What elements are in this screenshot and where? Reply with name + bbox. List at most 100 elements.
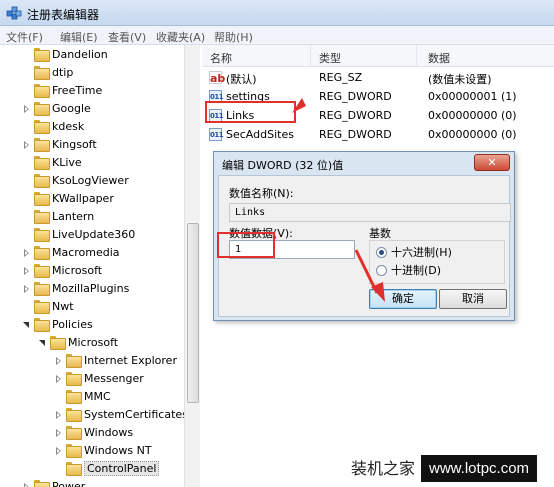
tree-scrollbar-thumb[interactable]	[187, 223, 199, 403]
menu-favorites[interactable]: 收藏夹(A)	[156, 29, 205, 45]
tree-item[interactable]: kdesk	[22, 117, 84, 135]
collapsed-arrow-icon[interactable]	[54, 446, 63, 455]
tree-item[interactable]: KWallpaper	[22, 189, 114, 207]
folder-icon	[34, 192, 50, 206]
tree-item[interactable]: Microsoft	[38, 333, 118, 351]
expanded-arrow-icon[interactable]	[22, 320, 31, 329]
collapsed-arrow-icon[interactable]	[22, 284, 31, 293]
tree-item[interactable]: Policies	[22, 315, 93, 333]
string-value-icon: ab	[209, 71, 226, 85]
collapsed-arrow-icon[interactable]	[22, 140, 31, 149]
tree-item[interactable]: Nwt	[22, 297, 74, 315]
dialog-close-button[interactable]: ✕	[474, 154, 510, 171]
value-type: REG_DWORD	[319, 109, 392, 122]
tree-item-label: Power	[52, 479, 86, 487]
collapsed-arrow-icon[interactable]	[22, 266, 31, 275]
tree-item-label: Macromedia	[52, 245, 120, 259]
folder-icon	[34, 318, 50, 332]
collapsed-arrow-icon[interactable]	[22, 248, 31, 257]
folder-icon	[34, 210, 50, 224]
tree-item[interactable]: Kingsoft	[22, 135, 97, 153]
menu-help[interactable]: 帮助(H)	[214, 29, 253, 45]
value-data: (数值未设置)	[428, 73, 492, 86]
folder-icon	[34, 138, 50, 152]
tree-item[interactable]: MMC	[54, 387, 111, 405]
tree-item-label: dtip	[52, 65, 74, 79]
folder-icon	[66, 426, 82, 440]
menu-file[interactable]: 文件(F)	[6, 29, 43, 45]
dialog-title: 编辑 DWORD (32 位)值	[222, 159, 344, 172]
links-highlight-box	[205, 101, 296, 123]
tree-item[interactable]: LiveUpdate360	[22, 225, 135, 243]
folder-icon	[50, 336, 66, 350]
tree-item[interactable]: KsoLogViewer	[22, 171, 129, 189]
column-name[interactable]: 名称	[210, 50, 232, 66]
column-type[interactable]: 类型	[319, 50, 341, 66]
tree-item[interactable]: FreeTime	[22, 81, 102, 99]
tree-item[interactable]: Macromedia	[22, 243, 120, 261]
tree-item[interactable]: KLive	[22, 153, 82, 171]
tree-item[interactable]: dtip	[22, 63, 73, 81]
value-name: SecAddSites	[226, 128, 294, 141]
expanded-arrow-icon[interactable]	[38, 338, 47, 347]
collapsed-arrow-icon[interactable]	[54, 410, 63, 419]
value-type: REG_DWORD	[319, 90, 392, 103]
collapsed-arrow-icon[interactable]	[54, 356, 63, 365]
tree-item-label: FreeTime	[52, 83, 103, 97]
dec-radio[interactable]: 十进制(D)	[376, 262, 441, 278]
tree-item-label: Microsoft	[68, 335, 119, 349]
tree-item[interactable]: ControlPanel	[54, 459, 160, 477]
radio-checked-icon	[376, 246, 387, 258]
column-data[interactable]: 数据	[428, 50, 450, 66]
list-header: 名称 类型 数据	[202, 45, 554, 67]
dialog-title-bar: 编辑 DWORD (32 位)值 ✕	[214, 152, 514, 174]
ok-button[interactable]: 确定	[369, 289, 437, 309]
tree-item-label: Dandelion	[52, 47, 108, 61]
tree-item-label: Kingsoft	[52, 137, 97, 151]
tree-item[interactable]: Windows NT	[54, 441, 152, 459]
list-row[interactable]: ab (默认) REG_SZ (数值未设置)	[202, 68, 554, 87]
list-row[interactable]: 011 SecAddSites REG_DWORD 0x00000000 (0)	[202, 125, 554, 144]
tree-item[interactable]: SystemCertificates	[54, 405, 188, 423]
radio-unchecked-icon	[376, 264, 387, 276]
watermark: 装机之家 www.lotpc.com	[345, 455, 538, 482]
tree-item[interactable]: Messenger	[54, 369, 144, 387]
tree-item[interactable]: Lantern	[22, 207, 94, 225]
tree-item-label: ControlPanel	[84, 460, 160, 476]
tree-item[interactable]: MozillaPlugins	[22, 279, 129, 297]
tree-item-label: Nwt	[52, 299, 74, 313]
collapsed-arrow-icon[interactable]	[54, 428, 63, 437]
tree-item-label: Messenger	[84, 371, 144, 385]
tree-scrollbar[interactable]	[184, 45, 200, 487]
tree-item-label: SystemCertificates	[84, 407, 188, 421]
tree-item[interactable]: Dandelion	[22, 45, 108, 63]
value-type: REG_DWORD	[319, 128, 392, 141]
tree-item[interactable]: Microsoft	[22, 261, 102, 279]
menu-view[interactable]: 查看(V)	[108, 29, 146, 45]
tree-item-label: KWallpaper	[52, 191, 114, 205]
folder-icon	[66, 408, 82, 422]
folder-icon	[34, 174, 50, 188]
hex-radio[interactable]: 十六进制(H)	[376, 244, 452, 260]
tree-item-label: Microsoft	[52, 263, 103, 277]
tree-item[interactable]: Google	[22, 99, 91, 117]
collapsed-arrow-icon[interactable]	[54, 374, 63, 383]
tree-item[interactable]: Internet Explorer	[54, 351, 177, 369]
menu-edit[interactable]: 编辑(E)	[60, 29, 98, 45]
tree-item[interactable]: Power	[22, 477, 85, 487]
tree-item-label: KsoLogViewer	[52, 173, 129, 187]
registry-tree[interactable]: Dandelion dtip FreeTime Google kdesk Kingsoft…	[0, 45, 200, 487]
folder-icon	[66, 354, 82, 368]
dword-value-icon: 011	[209, 128, 224, 141]
folder-icon	[34, 480, 50, 487]
collapsed-arrow-icon[interactable]	[22, 104, 31, 113]
folder-icon	[34, 282, 50, 296]
cancel-button[interactable]: 取消	[439, 289, 507, 309]
collapsed-arrow-icon[interactable]	[22, 482, 31, 487]
hex-radio-label: 十六进制(H)	[391, 246, 452, 259]
tree-item[interactable]: Windows	[54, 423, 133, 441]
